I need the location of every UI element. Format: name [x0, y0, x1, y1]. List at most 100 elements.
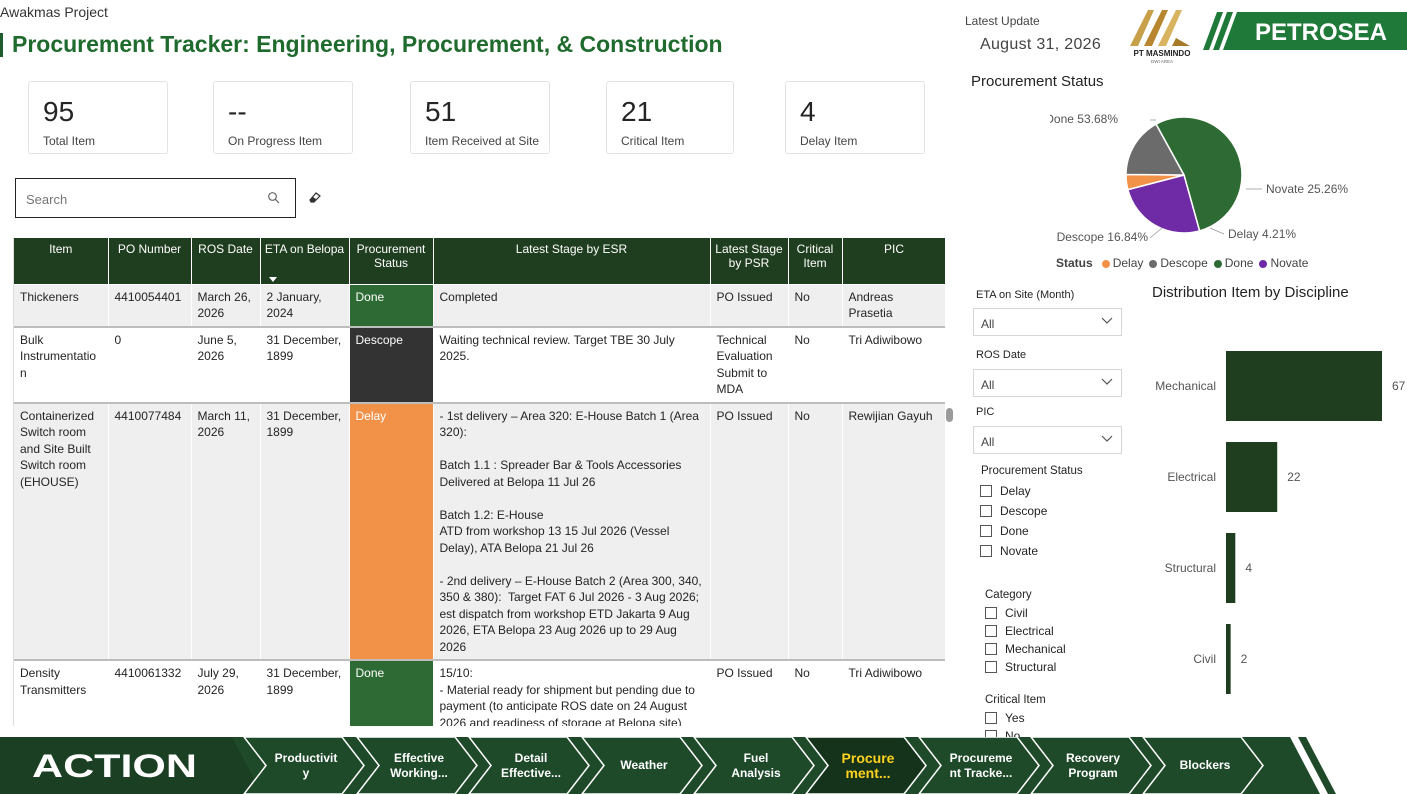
pic-slicer-dropdown[interactable]: All [973, 426, 1122, 454]
column-header-latest-stage-psr[interactable]: Latest Stage by PSR [710, 238, 789, 285]
search-box[interactable] [15, 178, 296, 218]
nav-tab-3[interactable]: Weather [610, 737, 678, 794]
nav-tab-8[interactable]: Blockers [1171, 737, 1239, 794]
bar-mechanical[interactable] [1226, 351, 1382, 421]
cell-psr: PO Issued [710, 284, 789, 327]
search-icon[interactable] [267, 191, 281, 205]
checkbox-done[interactable]: Done [980, 521, 1047, 541]
kpi-label: Delay Item [800, 134, 858, 148]
pie-data-label: Novate 25.26% [1266, 182, 1348, 196]
table-row[interactable]: Bulk Instrumentatio n 0 June 5, 2026 31 … [14, 325, 945, 403]
column-header-ros-date[interactable]: ROS Date [191, 238, 261, 285]
cell-esr: 15/10: - Material ready for shipment but… [433, 659, 711, 726]
legend-item-novate[interactable]: Novate [1259, 256, 1308, 270]
eta-slicer-dropdown[interactable]: All [973, 308, 1122, 336]
petrosea-logo-text: PETROSEA [1255, 19, 1387, 46]
cell-critical: No [788, 284, 843, 327]
cell-pic: Tri Adiwibowo [842, 325, 945, 403]
pie-chart-title: Procurement Status [971, 73, 1104, 90]
dropdown-value: All [981, 317, 995, 331]
nav-tab-7[interactable]: Recovery Program [1059, 737, 1127, 794]
ros-slicer-dropdown[interactable]: All [973, 369, 1122, 397]
latest-update-label: Latest Update [965, 14, 1040, 28]
kpi-value: -- [228, 96, 247, 127]
bar-value-label: 2 [1241, 652, 1248, 666]
checkbox-novate[interactable]: Novate [980, 541, 1047, 561]
bar-category-label: Electrical [1167, 470, 1216, 484]
cell-critical: No [788, 401, 843, 660]
kpi-delay-item: 4 Delay Item [785, 81, 925, 154]
nav-tab-4[interactable]: Fuel Analysis [722, 737, 790, 794]
sort-desc-icon[interactable] [268, 276, 277, 282]
legend-item-done[interactable]: Done [1213, 256, 1253, 270]
kpi-label: Total Item [43, 134, 96, 148]
column-header-critical-item[interactable]: Critical Item [788, 238, 843, 285]
nav-tab-2[interactable]: Detail Effective... [497, 737, 565, 794]
kpi-value: 51 [425, 96, 457, 127]
column-header-po-number[interactable]: PO Number [108, 238, 192, 285]
procurement-status-pie[interactable]: Done 53.68% Novate 25.26% Delay 4.21% Desco… [1050, 100, 1407, 250]
cell-esr: - 1st delivery – Area 320: E-House Batch… [433, 401, 711, 660]
kpi-label: On Progress Item [228, 134, 323, 148]
cell-eta: 2 January, 2024 [260, 284, 350, 327]
column-header-item[interactable]: Item [14, 238, 109, 285]
checkbox-yes[interactable]: Yes [985, 709, 1025, 727]
kpi-value: 21 [621, 96, 653, 127]
action-logo-text: ACTION [32, 748, 197, 784]
checkbox-electrical[interactable]: Electrical [985, 622, 1066, 640]
pic-slicer-label: PIC [976, 406, 995, 418]
kpi-value: 95 [43, 96, 75, 127]
cell-po-number: 0 [108, 325, 192, 403]
eraser-icon[interactable] [308, 190, 322, 204]
dropdown-value: All [981, 435, 995, 449]
pie-data-label: Done 53.68% [1050, 112, 1118, 126]
kpi-total-item: 95 Total Item [28, 81, 168, 154]
cell-po-number: 4410077484 [108, 401, 192, 660]
table-header-row: Item PO Number ROS Date ETA on Belopa Pr… [14, 238, 945, 285]
kpi-critical-item: 21 Critical Item [606, 81, 734, 154]
cell-pic: Rewijian Gayuh [842, 401, 945, 660]
pie-leader-line [1209, 227, 1225, 235]
checkbox-mechanical[interactable]: Mechanical [985, 640, 1066, 658]
cell-status: Delay [349, 401, 434, 660]
column-header-latest-stage-esr[interactable]: Latest Stage by ESR [433, 238, 711, 285]
discipline-bar-chart[interactable]: Mechanical 67 Electrical 22 Structural 4 Civil… [1140, 340, 1407, 700]
legend-item-descope[interactable]: Descope [1149, 256, 1208, 270]
table-row[interactable]: Thickeners 4410054401 March 26, 2026 2 J… [14, 284, 945, 327]
bar-category-label: Structural [1165, 561, 1216, 575]
bar-electrical[interactable] [1226, 442, 1278, 512]
nav-tab-1[interactable]: Effective Working... [385, 737, 453, 794]
checkbox-structural[interactable]: Structural [985, 658, 1066, 676]
bar-value-label: 4 [1245, 561, 1252, 575]
cell-status: Done [349, 659, 434, 726]
bottom-navigation: Productivit y Effective Working... Detail … [0, 737, 1407, 794]
cell-esr: Waiting technical review. Target TBE 30 … [433, 325, 711, 403]
checkbox-civil[interactable]: Civil [985, 604, 1066, 622]
petrosea-logo: PETROSEA [1203, 12, 1407, 50]
pie-leader-line [1149, 227, 1163, 239]
procurement-table[interactable]: Item PO Number ROS Date ETA on Belopa Pr… [13, 238, 945, 726]
checkbox-descope[interactable]: Descope [980, 501, 1047, 521]
pie-data-label: Descope 16.84% [1057, 230, 1149, 244]
checkbox-delay[interactable]: Delay [980, 481, 1047, 501]
table-row[interactable]: Containerized Switch room and Site Built… [14, 401, 945, 660]
bar-category-label: Civil [1193, 652, 1216, 666]
nav-tab-0[interactable]: Productivit y [272, 737, 340, 794]
chevron-down-icon [1101, 378, 1113, 385]
legend-item-delay[interactable]: Delay [1101, 256, 1143, 270]
nav-tab-6[interactable]: Procureme nt Tracke... [947, 737, 1015, 794]
search-input[interactable] [26, 189, 256, 209]
column-header-label: ETA on Belopa [264, 242, 345, 256]
column-header-eta-belopa[interactable]: ETA on Belopa [260, 238, 350, 285]
table-scrollbar[interactable] [946, 408, 953, 422]
table-row[interactable]: Density Transmitters 4410061332 July 29,… [14, 659, 945, 726]
nav-tab-5[interactable]: Procure ment... [834, 737, 902, 794]
kpi-value: 4 [800, 96, 816, 127]
bar-structural[interactable] [1226, 533, 1236, 603]
pie-legend-title: Status [1056, 256, 1093, 270]
column-header-pic[interactable]: PIC [842, 238, 945, 285]
kpi-label: Item Received at Site [425, 134, 540, 148]
bar-civil[interactable] [1226, 624, 1231, 694]
column-header-procurement-status[interactable]: Procurement Status [349, 238, 434, 285]
status-slicer-label: Procurement Status [981, 465, 1083, 477]
